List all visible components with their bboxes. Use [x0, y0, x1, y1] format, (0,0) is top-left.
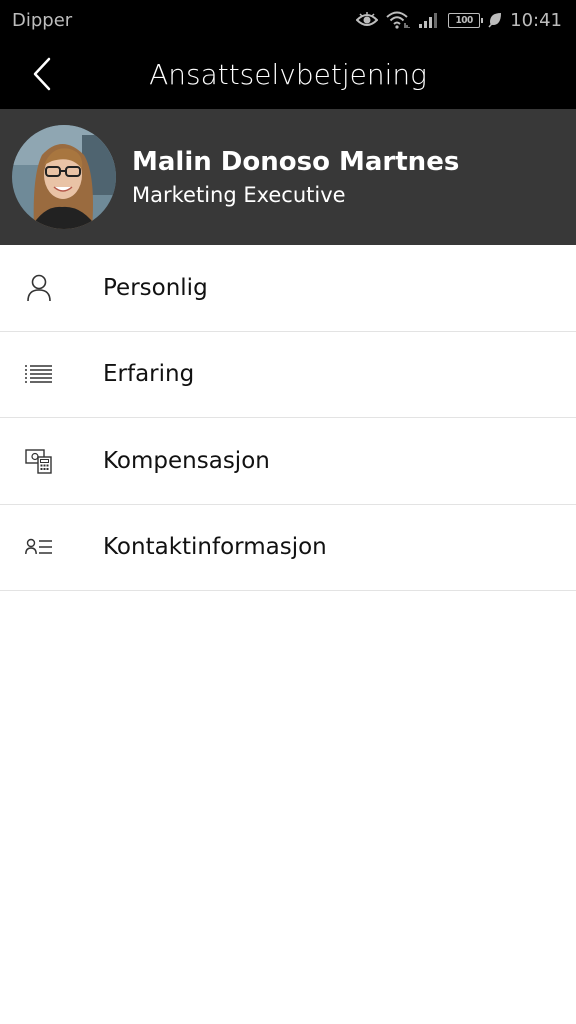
menu-item-label: Kontaktinformasjon	[103, 534, 327, 561]
clock: 10:41	[510, 9, 562, 31]
profile-info: Malin Donoso Martnes Marketing Executive	[132, 144, 459, 210]
profile-header: Malin Donoso Martnes Marketing Executive	[0, 109, 576, 245]
list-icon	[24, 359, 54, 389]
carrier-name: Dipper	[12, 9, 73, 31]
person-icon	[24, 273, 54, 303]
eye-icon	[356, 12, 379, 28]
chevron-left-icon	[33, 57, 51, 91]
menu-item-kontaktinformasjon[interactable]: Kontaktinformasjon	[0, 505, 576, 591]
menu-item-label: Erfaring	[103, 361, 195, 388]
status-icons: 100 10:41	[356, 10, 562, 31]
menu-item-personlig[interactable]: Personlig	[0, 245, 576, 332]
battery-icon: 100	[448, 12, 484, 28]
leaf-icon	[488, 12, 502, 28]
menu-item-label: Kompensasjon	[103, 447, 270, 474]
app-bar: Ansattselvbetjening	[0, 40, 576, 109]
back-button[interactable]	[22, 54, 62, 94]
profile-role: Marketing Executive	[132, 183, 346, 207]
contact-card-icon	[24, 532, 54, 562]
avatar	[12, 125, 116, 229]
menu-item-kompensasjon[interactable]: Kompensasjon	[0, 418, 576, 505]
menu-item-erfaring[interactable]: Erfaring	[0, 332, 576, 418]
signal-icon	[418, 11, 440, 29]
status-bar: Dipper 100 10:41	[0, 0, 576, 40]
menu-item-label: Personlig	[103, 274, 208, 301]
page-title: Ansattselvbetjening	[149, 58, 427, 91]
money-calculator-icon	[24, 446, 54, 476]
profile-name: Malin Donoso Martnes	[132, 147, 460, 177]
menu-list: Personlig Erfaring Kompensasjon Kontakti…	[0, 245, 576, 591]
wifi-icon	[386, 11, 410, 29]
